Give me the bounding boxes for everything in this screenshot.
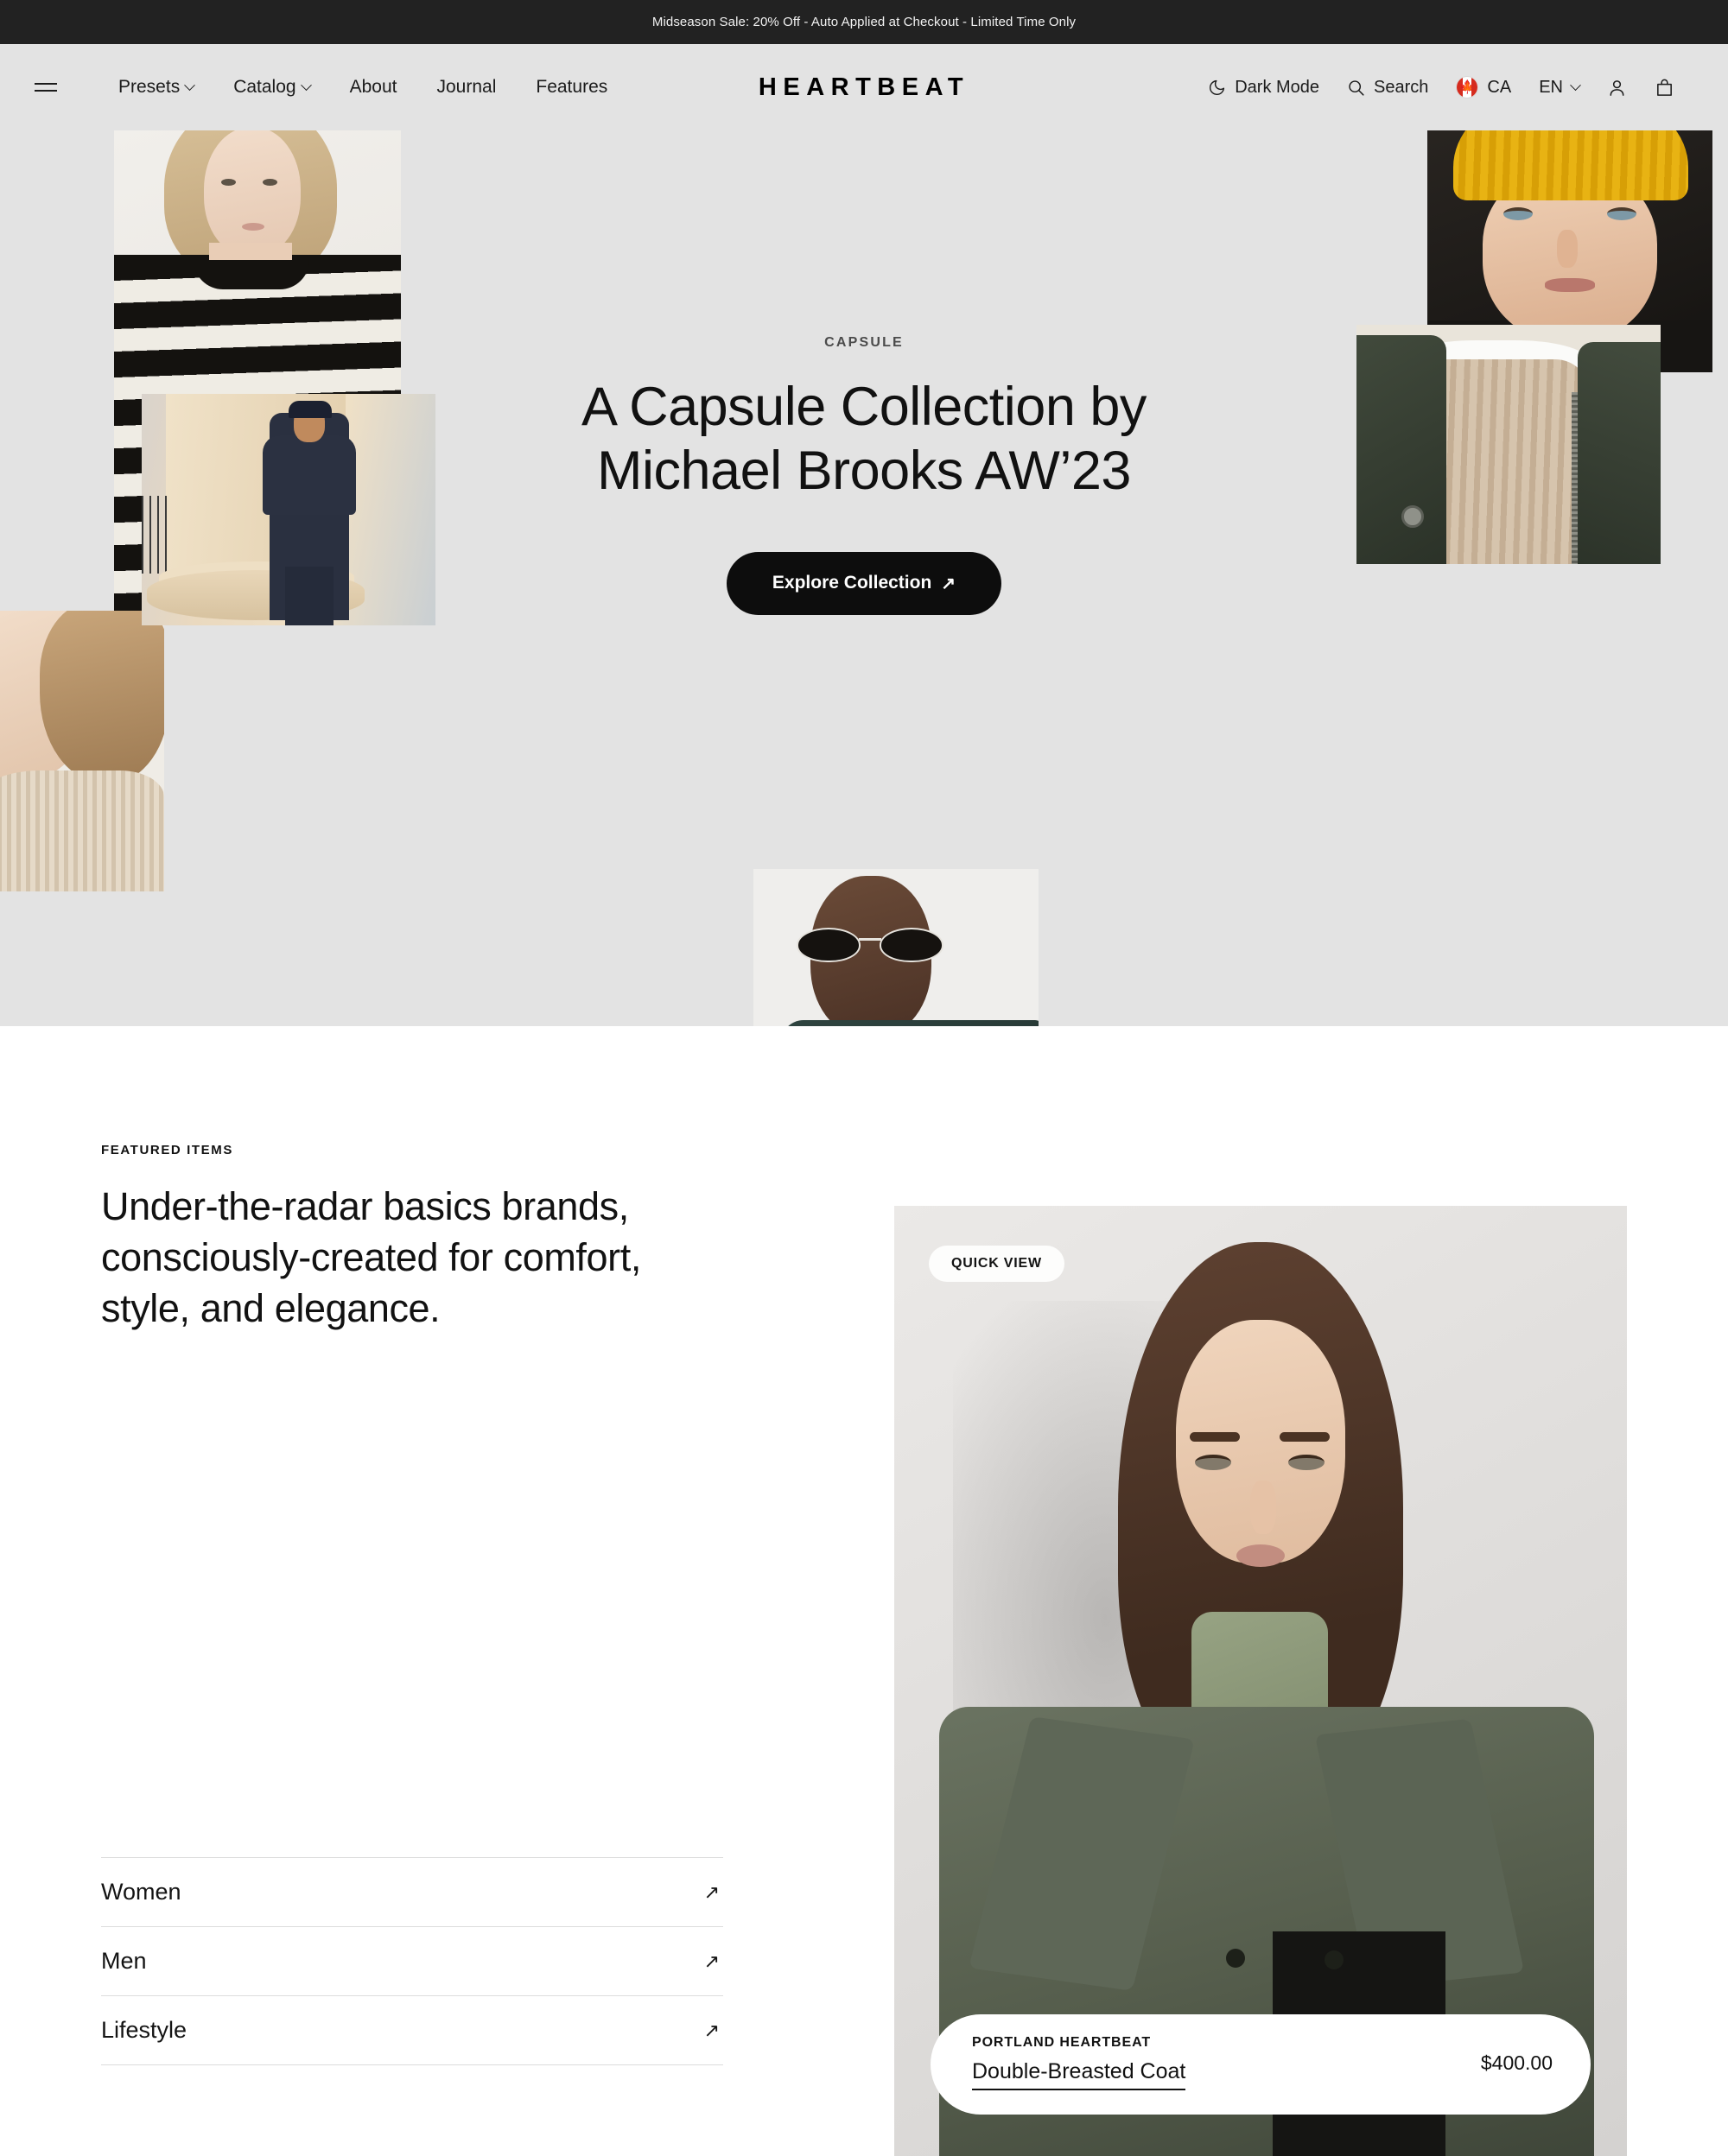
hero-image-knit-closeup[interactable] — [0, 611, 164, 891]
featured-eyebrow: FEATURED ITEMS — [101, 1143, 233, 1157]
featured-heading-line-2: consciously-created for comfort, — [101, 1234, 641, 1279]
product-brand: PORTLAND HEARTBEAT — [972, 2035, 1152, 2050]
search-button[interactable]: Search — [1333, 71, 1442, 105]
product-image — [894, 1206, 1627, 2156]
header-right-group: Dark Mode Search 🍁 CA EN — [1194, 69, 1688, 105]
site-header: Presets Catalog About Journal Features H… — [0, 44, 1728, 130]
category-label-men: Men — [101, 1948, 147, 1974]
category-link-list: Women ↗ Men ↗ Lifestyle ↗ — [101, 1857, 723, 2065]
featured-text-column: FEATURED ITEMS Under-the-radar basics br… — [0, 1026, 894, 2156]
arrow-up-right-icon: ↗ — [941, 574, 956, 593]
product-price: $400.00 — [1480, 2051, 1553, 2074]
product-info-bar[interactable]: PORTLAND HEARTBEAT Double-Breasted Coat … — [931, 2014, 1591, 2115]
shopping-bag-icon — [1655, 78, 1674, 98]
hero-title-line-2: Michael Brooks AW’23 — [597, 441, 1131, 502]
hero-eyebrow: CAPSULE — [824, 335, 904, 350]
search-label: Search — [1374, 77, 1429, 97]
maple-leaf-glyph: 🍁 — [1459, 79, 1476, 95]
featured-heading: Under-the-radar basics brands, conscious… — [101, 1182, 706, 1335]
hero-title-line-1: A Capsule Collection by — [581, 377, 1147, 437]
nav-item-journal[interactable]: Journal — [416, 70, 516, 105]
cart-button[interactable] — [1641, 71, 1688, 105]
chevron-down-icon — [184, 79, 196, 91]
featured-heading-line-3: style, and elegance. — [101, 1285, 441, 1330]
category-link-men[interactable]: Men ↗ — [101, 1927, 723, 1996]
hero-section: CAPSULE A Capsule Collection by Michael … — [0, 130, 1728, 1026]
nav-label-catalog: Catalog — [233, 77, 296, 97]
category-link-lifestyle[interactable]: Lifestyle ↗ — [101, 1996, 723, 2065]
country-label: CA — [1487, 77, 1512, 97]
country-selector[interactable]: 🍁 CA — [1442, 69, 1525, 105]
hero-title: A Capsule Collection by Michael Brooks A… — [475, 375, 1253, 504]
arrow-up-right-icon: ↗ — [703, 1950, 720, 1972]
hero-image-green-jacket-art — [1356, 325, 1661, 564]
site-logo[interactable]: HEARTBEAT — [759, 73, 969, 102]
announcement-text: Midseason Sale: 20% Off - Auto Applied a… — [651, 15, 1077, 29]
nav-item-presets[interactable]: Presets — [98, 70, 213, 105]
category-label-lifestyle: Lifestyle — [101, 2017, 187, 2043]
nav-label-features: Features — [536, 77, 608, 97]
announcement-bar: Midseason Sale: 20% Off - Auto Applied a… — [0, 0, 1728, 44]
hero-image-green-jacket[interactable] — [1356, 325, 1661, 564]
nav-label-journal: Journal — [436, 77, 497, 97]
arrow-up-right-icon: ↗ — [703, 2019, 720, 2041]
nav-item-about[interactable]: About — [330, 70, 417, 105]
chevron-down-icon — [300, 79, 312, 91]
language-label: EN — [1539, 77, 1563, 97]
hamburger-line — [35, 90, 57, 92]
nav-label-presets: Presets — [118, 77, 181, 97]
nav-item-features[interactable]: Features — [516, 70, 627, 105]
hero-image-sunglasses-model-art — [753, 869, 1039, 1026]
hero-image-navy-coat[interactable] — [142, 394, 435, 625]
hamburger-menu-icon[interactable] — [35, 77, 60, 98]
account-button[interactable] — [1593, 71, 1641, 105]
hero-image-sunglasses-model[interactable] — [753, 869, 1039, 1026]
language-selector[interactable]: EN — [1525, 71, 1593, 105]
category-label-women: Women — [101, 1879, 181, 1905]
explore-collection-label: Explore Collection — [772, 573, 932, 593]
hero-image-navy-coat-art — [142, 394, 435, 625]
explore-collection-button[interactable]: Explore Collection ↗ — [726, 551, 1002, 615]
nav-item-catalog[interactable]: Catalog — [213, 70, 329, 105]
product-info-text: PORTLAND HEARTBEAT Double-Breasted Coat — [972, 2035, 1186, 2090]
product-title[interactable]: Double-Breasted Coat — [972, 2059, 1186, 2090]
hero-content: CAPSULE A Capsule Collection by Michael … — [475, 335, 1253, 615]
featured-heading-line-1: Under-the-radar basics brands, — [101, 1184, 629, 1228]
quick-view-button[interactable]: QUICK VIEW — [929, 1246, 1064, 1282]
dark-mode-toggle[interactable]: Dark Mode — [1194, 71, 1333, 105]
category-link-women[interactable]: Women ↗ — [101, 1858, 723, 1927]
moon-icon — [1208, 79, 1226, 97]
flag-canada-icon: 🍁 — [1456, 76, 1479, 98]
user-icon — [1607, 78, 1627, 98]
search-icon — [1347, 79, 1365, 97]
hamburger-line — [35, 83, 57, 85]
header-left-group: Presets Catalog About Journal Features — [35, 70, 627, 105]
featured-product-card[interactable]: QUICK VIEW PORTLAND HEARTBEAT Double-Bre… — [894, 1206, 1627, 2156]
dark-mode-label: Dark Mode — [1235, 77, 1320, 97]
chevron-down-icon — [1570, 79, 1581, 91]
arrow-up-right-icon: ↗ — [703, 1880, 720, 1903]
main-navigation: Presets Catalog About Journal Features — [98, 70, 627, 105]
nav-label-about: About — [349, 77, 397, 97]
hero-image-knit-closeup-art — [0, 611, 164, 891]
